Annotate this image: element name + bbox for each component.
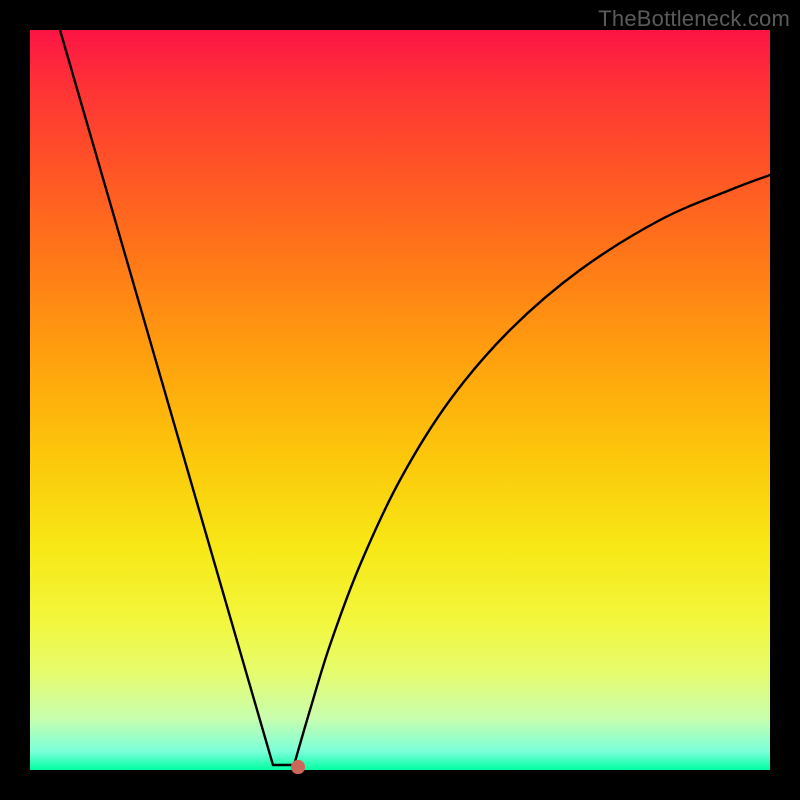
watermark-text: TheBottleneck.com (598, 6, 790, 32)
plot-area (30, 30, 770, 770)
curve-path (60, 30, 770, 765)
chart-frame: TheBottleneck.com (0, 0, 800, 800)
bottleneck-curve (30, 30, 770, 770)
optimum-marker-icon (291, 760, 305, 774)
